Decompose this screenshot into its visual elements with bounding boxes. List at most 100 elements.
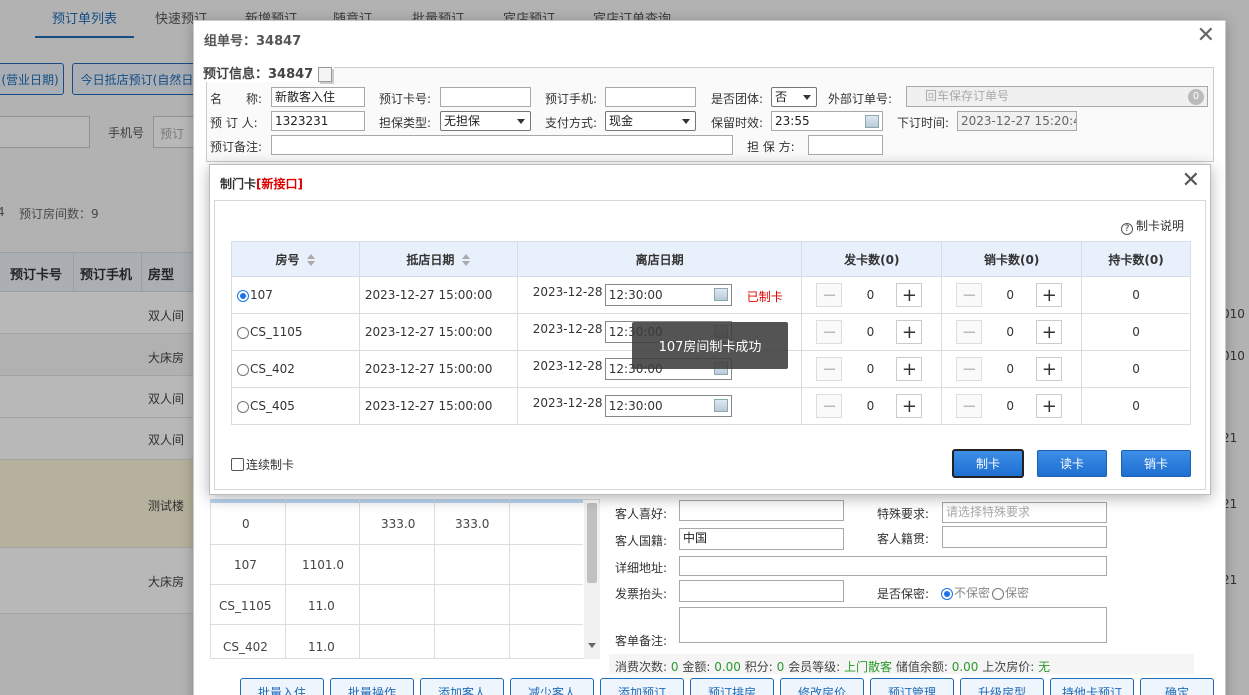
cancel-minus-button[interactable]: −	[956, 283, 983, 307]
cancel-card-button[interactable]: 销卡	[1121, 450, 1191, 477]
card-help-link[interactable]: ? 制卡说明	[1121, 217, 1184, 235]
payment-method-select[interactable]: 现金	[605, 111, 696, 131]
add-booking-button[interactable]: 添加预订	[600, 678, 684, 695]
guarantor-input[interactable]	[808, 135, 883, 155]
issue-minus-button[interactable]: −	[816, 357, 843, 381]
cancel-minus-button[interactable]: −	[956, 357, 983, 381]
issue-minus-button[interactable]: −	[816, 394, 843, 418]
assign-room-button[interactable]: 预订排房	[690, 678, 774, 695]
issue-count-value[interactable]: 0	[842, 357, 899, 381]
batch-operation-button[interactable]: 批量操作	[330, 678, 414, 695]
dialog-title-text: 制门卡	[220, 177, 257, 191]
reservation-info-title: 预订信息：34847	[201, 63, 335, 82]
col-divider	[434, 499, 435, 659]
hold-count: 0	[1081, 276, 1191, 314]
room-radio[interactable]	[237, 326, 249, 339]
room-radio[interactable]	[237, 400, 249, 413]
col-arrive-date[interactable]: 抵店日期	[358, 241, 518, 277]
calendar-icon[interactable]	[713, 288, 728, 301]
issue-plus-button[interactable]: +	[896, 394, 923, 418]
issue-plus-button[interactable]: +	[896, 357, 923, 381]
address-input[interactable]	[679, 556, 1107, 576]
is-group-select[interactable]: 否	[771, 87, 817, 107]
issue-minus-button[interactable]: −	[816, 320, 843, 344]
other-card-booking-button[interactable]: 持他卡预订	[1050, 678, 1134, 695]
external-order-input[interactable]: 回车保存订单号	[906, 86, 1208, 107]
arrive-date: 2023-12-27 15:00:00	[358, 387, 518, 425]
close-icon[interactable]: ✕	[1182, 169, 1200, 193]
room-cell: 107	[234, 558, 257, 572]
cancel-plus-button[interactable]: +	[1036, 320, 1063, 344]
cancel-minus-button[interactable]: −	[956, 320, 983, 344]
batch-checkin-button[interactable]: 批量入住	[240, 678, 324, 695]
cancel-count-value[interactable]: 0	[982, 320, 1039, 344]
calendar-icon[interactable]	[713, 399, 728, 412]
issue-count-value[interactable]: 0	[842, 320, 899, 344]
native-place-input[interactable]	[942, 526, 1107, 548]
invoice-title-label: 发票抬头:	[615, 587, 668, 601]
close-icon[interactable]: ✕	[1197, 25, 1215, 47]
booking-phone-input[interactable]	[605, 87, 696, 107]
booker-input[interactable]: 1323231	[271, 111, 365, 131]
issue-plus-button[interactable]: +	[896, 320, 923, 344]
issue-plus-button[interactable]: +	[896, 283, 923, 307]
cancel-plus-button[interactable]: +	[1036, 394, 1063, 418]
guarantor-label: 担 保 方:	[747, 140, 795, 154]
room-no: 107	[250, 288, 273, 302]
col-arrive-label: 抵店日期	[406, 252, 455, 267]
radio-confidential[interactable]	[992, 587, 1005, 600]
cancel-plus-button[interactable]: +	[1036, 357, 1063, 381]
radio-not-confidential[interactable]	[941, 587, 953, 600]
continuous-card-checkbox[interactable]	[231, 458, 244, 471]
table-row[interactable]: CS_405 2023-12-27 15:00:00 2023-12-28 12:…	[231, 387, 1191, 425]
name-input[interactable]: 新散客入住	[271, 87, 365, 107]
nationality-label: 客人国籍:	[615, 534, 668, 548]
copy-icon[interactable]	[318, 67, 333, 82]
invoice-title-input[interactable]	[679, 580, 844, 602]
card-no-input[interactable]	[440, 87, 531, 107]
scroll-down-icon[interactable]	[588, 643, 596, 648]
keep-time-input[interactable]: 23:55	[771, 111, 883, 131]
hold-count: 0	[1081, 350, 1191, 388]
leave-time-input[interactable]: 12:30:00	[604, 395, 732, 417]
nationality-input[interactable]: 中国	[679, 528, 844, 550]
arrive-date: 2023-12-27 15:00:00	[358, 276, 518, 314]
col-leave-date: 离店日期	[516, 241, 803, 277]
sort-icon[interactable]	[307, 254, 316, 266]
issue-count-value[interactable]: 0	[842, 394, 899, 418]
modify-price-button[interactable]: 修改房价	[780, 678, 864, 695]
leave-time-value: 12:30:00	[608, 288, 663, 302]
booking-remark-input[interactable]	[271, 135, 733, 155]
scrollbar-thumb[interactable]	[587, 503, 597, 583]
continuous-card-label: 连续制卡	[246, 458, 295, 472]
read-card-button[interactable]: 读卡	[1037, 450, 1107, 477]
col-divider	[359, 499, 360, 659]
remove-guest-button[interactable]: 减少客人	[510, 678, 594, 695]
cancel-plus-button[interactable]: +	[1036, 283, 1063, 307]
booking-manage-button[interactable]: 预订管理	[870, 678, 954, 695]
room-radio[interactable]	[237, 289, 249, 302]
special-request-input[interactable]: 请选择特殊要求	[942, 502, 1107, 523]
continuous-card-option[interactable]: 连续制卡	[231, 456, 294, 473]
issue-minus-button[interactable]: −	[816, 283, 843, 307]
cancel-count-value[interactable]: 0	[982, 357, 1039, 381]
cancel-count-value[interactable]: 0	[982, 283, 1039, 307]
col-room-no[interactable]: 房号	[231, 241, 360, 277]
room-radio[interactable]	[237, 363, 249, 376]
confirm-button[interactable]: 确定	[1140, 678, 1214, 695]
leave-date: 2023-12-28	[532, 285, 603, 299]
guarantee-type-select[interactable]: 无担保	[440, 111, 531, 131]
cancel-count-value[interactable]: 0	[982, 394, 1039, 418]
guest-preference-input[interactable]	[679, 500, 844, 521]
table-row[interactable]: 107 2023-12-27 15:00:00 2023-12-28 12:30:…	[231, 276, 1191, 314]
sort-icon[interactable]	[462, 254, 471, 266]
make-card-button[interactable]: 制卡	[952, 449, 1024, 478]
add-guest-button[interactable]: 添加客人	[420, 678, 504, 695]
leave-time-input[interactable]: 12:30:00	[604, 284, 732, 306]
issue-count-value[interactable]: 0	[842, 283, 899, 307]
upgrade-room-button[interactable]: 升级房型	[960, 678, 1044, 695]
cancel-minus-button[interactable]: −	[956, 394, 983, 418]
guest-note-textarea[interactable]	[679, 607, 1107, 643]
leave-date: 2023-12-28	[532, 322, 603, 336]
calendar-icon[interactable]	[865, 115, 879, 128]
